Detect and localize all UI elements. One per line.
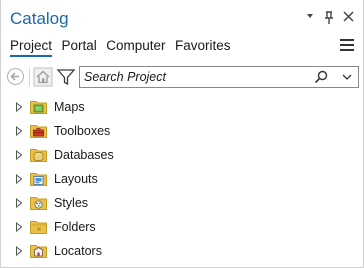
pane-close-button[interactable] xyxy=(341,11,355,25)
styles-folder-icon xyxy=(30,197,47,210)
tree-item-label: Styles xyxy=(54,196,89,210)
tree-item-maps[interactable]: Maps xyxy=(1,96,363,118)
tree-item-label: Layouts xyxy=(54,172,98,186)
maps-folder-icon xyxy=(30,101,47,114)
expand-arrow-icon[interactable] xyxy=(15,174,23,184)
tree-item-toolboxes[interactable]: Toolboxes xyxy=(1,120,363,142)
tree-item-label: Folders xyxy=(54,220,96,234)
search-box xyxy=(79,66,359,88)
home-button[interactable] xyxy=(33,67,55,89)
tree-item-styles[interactable]: Styles xyxy=(1,192,363,214)
tab-portal[interactable]: Portal xyxy=(61,38,96,56)
expand-arrow-icon[interactable] xyxy=(15,126,23,136)
pin-icon xyxy=(325,11,333,24)
expand-arrow-icon[interactable] xyxy=(15,198,23,208)
tab-computer[interactable]: Computer xyxy=(106,38,165,56)
tree-item-folders[interactable]: Folders xyxy=(1,216,363,238)
expand-arrow-icon[interactable] xyxy=(15,246,23,256)
expand-arrow-icon[interactable] xyxy=(15,150,23,160)
tree-item-layouts[interactable]: Layouts xyxy=(1,168,363,190)
hamburger-menu-icon[interactable] xyxy=(340,39,354,51)
pane-titlebar: Catalog xyxy=(1,0,363,36)
locators-folder-icon xyxy=(30,245,47,258)
toolboxes-folder-icon xyxy=(30,125,47,138)
back-arrow-icon xyxy=(10,72,19,81)
search-input[interactable] xyxy=(84,68,304,86)
toolbar-separator xyxy=(29,68,30,86)
filter-button[interactable] xyxy=(56,67,78,89)
chevron-down-icon xyxy=(307,14,313,18)
filter-icon xyxy=(56,69,76,86)
tree-item-label: Maps xyxy=(54,100,85,114)
chevron-down-icon[interactable] xyxy=(342,72,352,82)
tab-project[interactable]: Project xyxy=(10,38,53,57)
expand-arrow-icon[interactable] xyxy=(15,222,23,232)
catalog-tabs: Project Portal Computer Favorites xyxy=(10,37,235,59)
home-icon xyxy=(33,67,53,87)
databases-folder-icon xyxy=(30,149,47,162)
tree-item-databases[interactable]: Databases xyxy=(1,144,363,166)
expand-arrow-icon[interactable] xyxy=(15,102,23,112)
tab-favorites[interactable]: Favorites xyxy=(175,38,231,56)
pane-title: Catalog xyxy=(10,9,69,28)
back-button[interactable] xyxy=(7,68,24,85)
catalog-toolbar xyxy=(1,66,363,90)
pane-pin-button[interactable] xyxy=(322,11,336,25)
folders-folder-icon xyxy=(30,221,47,234)
tree-item-label: Locators xyxy=(54,244,102,258)
pane-options-button[interactable] xyxy=(303,11,317,25)
close-icon xyxy=(342,11,354,22)
search-icon[interactable] xyxy=(314,70,328,84)
tree-item-locators[interactable]: Locators xyxy=(1,240,363,262)
tree-item-label: Toolboxes xyxy=(54,124,111,138)
layouts-folder-icon xyxy=(30,173,47,186)
tree-item-label: Databases xyxy=(54,148,114,162)
catalog-pane: Catalog Project Portal Computer Favorite… xyxy=(0,0,364,268)
